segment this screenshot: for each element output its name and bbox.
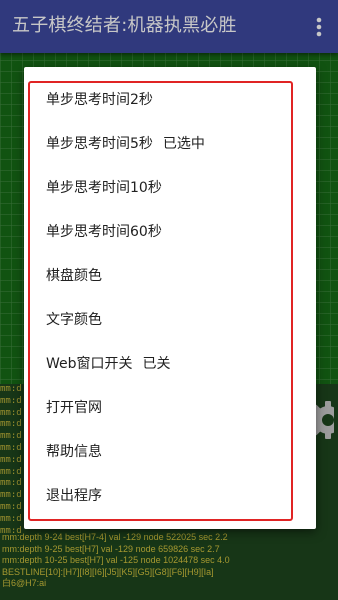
menu-item-label: 退出程序 bbox=[46, 488, 102, 504]
menu-item-state: 已选中 bbox=[162, 136, 205, 152]
menu-item-open-website[interactable]: 打开官网 bbox=[24, 386, 316, 430]
menu-item-label: 单步思考时间5秒 bbox=[46, 136, 153, 152]
menu-item-think-60s[interactable]: 单步思考时间60秒 bbox=[24, 210, 316, 254]
menu-item-state: 已关 bbox=[142, 356, 171, 372]
menu-item-label: 帮助信息 bbox=[46, 444, 102, 460]
options-menu: 单步思考时间2秒 单步思考时间5秒 已选中 单步思考时间10秒 单步思考时间60秒… bbox=[24, 67, 316, 529]
menu-item-board-color[interactable]: 棋盘颜色 bbox=[24, 254, 316, 298]
menu-item-help[interactable]: 帮助信息 bbox=[24, 430, 316, 474]
menu-item-label: 文字颜色 bbox=[46, 312, 102, 328]
menu-item-exit[interactable]: 退出程序 bbox=[24, 474, 316, 518]
menu-item-think-10s[interactable]: 单步思考时间10秒 bbox=[24, 166, 316, 210]
menu-item-label: 单步思考时间60秒 bbox=[46, 224, 162, 240]
menu-item-label: Web窗口开关 bbox=[46, 356, 133, 372]
menu-item-label: 单步思考时间2秒 bbox=[46, 92, 153, 108]
menu-item-label: 棋盘颜色 bbox=[46, 268, 102, 284]
menu-item-label: 单步思考时间10秒 bbox=[46, 180, 162, 196]
menu-item-web-window[interactable]: Web窗口开关 已关 bbox=[24, 342, 316, 386]
menu-item-think-2s[interactable]: 单步思考时间2秒 bbox=[24, 78, 316, 122]
menu-item-label: 打开官网 bbox=[46, 400, 102, 416]
menu-item-think-5s[interactable]: 单步思考时间5秒 已选中 bbox=[24, 122, 316, 166]
menu-item-text-color[interactable]: 文字颜色 bbox=[24, 298, 316, 342]
